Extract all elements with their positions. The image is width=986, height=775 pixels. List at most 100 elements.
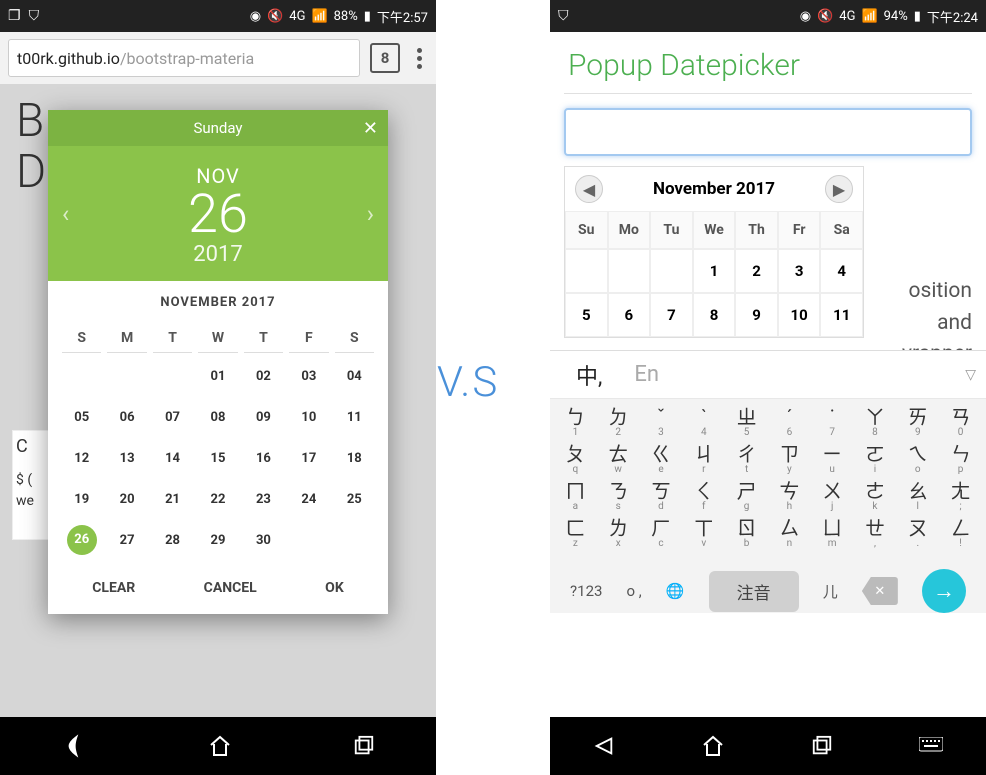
keyboard-key[interactable]: ㄗy — [770, 444, 808, 475]
keyboard-key[interactable]: ㄞ9 — [899, 407, 937, 438]
calendar-day[interactable]: 17 — [289, 441, 328, 476]
keyboard-key[interactable]: ㄊw — [599, 444, 637, 475]
calendar-day[interactable]: 08 — [198, 400, 237, 435]
calendar-day[interactable]: 5 — [565, 293, 608, 337]
keyboard-key[interactable]: ㄡ. — [899, 518, 937, 549]
ime-tab-english[interactable]: En — [618, 362, 675, 387]
numpad-key[interactable]: ?123 — [570, 582, 602, 600]
date-input[interactable] — [564, 108, 972, 156]
keyboard-key[interactable]: ㄒv — [685, 518, 723, 549]
calendar-day[interactable]: 12 — [62, 441, 101, 476]
calendar-day[interactable]: 30 — [244, 523, 283, 558]
home-button[interactable] — [208, 734, 232, 758]
calendar-day[interactable]: 13 — [107, 441, 146, 476]
space-key[interactable]: 注音 — [709, 571, 799, 612]
keyboard-key[interactable]: ㄐr — [685, 444, 723, 475]
url-input[interactable]: t00rk.github.io/bootstrap-materia — [8, 39, 360, 77]
calendar-day[interactable]: 04 — [335, 359, 374, 394]
keyboard-key[interactable]: ㄈz — [556, 518, 594, 549]
keyboard-key[interactable]: ㄕg — [728, 481, 766, 512]
close-icon[interactable]: ✕ — [363, 118, 378, 139]
keyboard-key[interactable]: ㄔt — [728, 444, 766, 475]
selected-year[interactable]: 2017 — [48, 242, 388, 267]
calendar-day[interactable]: 11 — [820, 293, 863, 337]
calendar-day[interactable]: 21 — [153, 482, 192, 517]
calendar-day[interactable]: 07 — [153, 400, 192, 435]
calendar-day[interactable]: 29 — [198, 523, 237, 558]
calendar-day[interactable]: 14 — [153, 441, 192, 476]
keyboard-key[interactable]: ㄏc — [642, 518, 680, 549]
recent-apps-button[interactable] — [353, 735, 375, 757]
keyboard-key[interactable]: ㄍe — [642, 444, 680, 475]
back-button[interactable] — [593, 735, 615, 757]
calendar-day[interactable]: 18 — [335, 441, 374, 476]
er-key[interactable]: 儿 — [823, 581, 838, 602]
calendar-day[interactable]: 9 — [735, 293, 778, 337]
ime-collapse-icon[interactable]: ▽ — [965, 367, 976, 383]
prev-month-button[interactable]: ‹ — [62, 200, 69, 228]
keyboard-key[interactable]: ㄥ! — [942, 518, 980, 549]
keyboard-key[interactable]: ㄤ; — [942, 481, 980, 512]
calendar-day[interactable]: 28 — [153, 523, 192, 558]
keyboard-key[interactable]: ㄜk — [856, 481, 894, 512]
calendar-day[interactable]: 23 — [244, 482, 283, 517]
calendar-day[interactable]: 26 — [67, 525, 97, 555]
calendar-day[interactable]: 2 — [735, 249, 778, 293]
keyboard-key[interactable]: ㄋs — [599, 481, 637, 512]
calendar-day[interactable]: 25 — [335, 482, 374, 517]
keyboard-key[interactable]: ㄧu — [813, 444, 851, 475]
calendar-day[interactable]: 15 — [198, 441, 237, 476]
calendar-day[interactable]: 05 — [62, 400, 101, 435]
keyboard-key[interactable]: ㄠl — [899, 481, 937, 512]
next-month-button[interactable]: › — [367, 200, 374, 228]
keyboard-key[interactable]: ㄇa — [556, 481, 594, 512]
calendar-day[interactable]: 6 — [608, 293, 651, 337]
keyboard-key[interactable]: ㄩm — [813, 518, 851, 549]
keyboard-key[interactable]: ˙7 — [813, 407, 851, 438]
keyboard-key[interactable]: ㄟo — [899, 444, 937, 475]
keyboard-key[interactable]: ㄨj — [813, 481, 851, 512]
keyboard-key[interactable]: ㄌx — [599, 518, 637, 549]
keyboard-key[interactable]: ㄚ8 — [856, 407, 894, 438]
keyboard-key[interactable]: ㄘh — [770, 481, 808, 512]
keyboard-key[interactable]: ㄖb — [728, 518, 766, 549]
keyboard-key[interactable]: ㄓ5 — [728, 407, 766, 438]
tab-switcher-button[interactable]: 8 — [370, 43, 400, 73]
next-month-button[interactable]: ▶ — [825, 175, 853, 203]
ime-tab-chinese[interactable]: 中, — [560, 359, 618, 391]
keyboard-key[interactable]: ㄑf — [685, 481, 723, 512]
keyboard-key[interactable]: ㄣp — [942, 444, 980, 475]
calendar-day[interactable]: 06 — [107, 400, 146, 435]
keyboard-key[interactable]: ㄆq — [556, 444, 594, 475]
calendar-day[interactable]: 20 — [107, 482, 146, 517]
calendar-day[interactable]: 10 — [289, 400, 328, 435]
recent-apps-button[interactable] — [811, 735, 833, 757]
calendar-day[interactable]: 03 — [289, 359, 328, 394]
calendar-day[interactable]: 09 — [244, 400, 283, 435]
keyboard-key[interactable]: ˇ3 — [642, 407, 680, 438]
keyboard-key[interactable]: ˋ4 — [685, 407, 723, 438]
calendar-day[interactable]: 11 — [335, 400, 374, 435]
calendar-day[interactable]: 24 — [289, 482, 328, 517]
keyboard-key[interactable]: ㄛi — [856, 444, 894, 475]
home-button[interactable] — [701, 734, 725, 758]
keyboard-key[interactable]: ㄎd — [642, 481, 680, 512]
keyboard-key[interactable]: ㄙn — [770, 518, 808, 549]
calendar-day[interactable]: 22 — [198, 482, 237, 517]
back-button[interactable] — [61, 733, 87, 759]
calendar-day[interactable]: 01 — [198, 359, 237, 394]
calendar-day[interactable]: 19 — [62, 482, 101, 517]
calendar-day[interactable]: 3 — [778, 249, 821, 293]
keyboard-key[interactable]: ㄅ1 — [556, 407, 594, 438]
keyboard-key[interactable]: ㄉ2 — [599, 407, 637, 438]
calendar-day[interactable]: 10 — [778, 293, 821, 337]
enter-key[interactable]: → — [922, 569, 966, 613]
backspace-key[interactable]: ✕ — [862, 577, 898, 605]
keyboard-key[interactable]: ㄝ, — [856, 518, 894, 549]
calendar-day[interactable]: 1 — [693, 249, 736, 293]
globe-icon[interactable]: 🌐 — [666, 582, 685, 600]
calendar-day[interactable]: 16 — [244, 441, 283, 476]
calendar-day[interactable]: 02 — [244, 359, 283, 394]
calendar-day[interactable]: 4 — [820, 249, 863, 293]
ok-button[interactable]: OK — [325, 580, 344, 596]
